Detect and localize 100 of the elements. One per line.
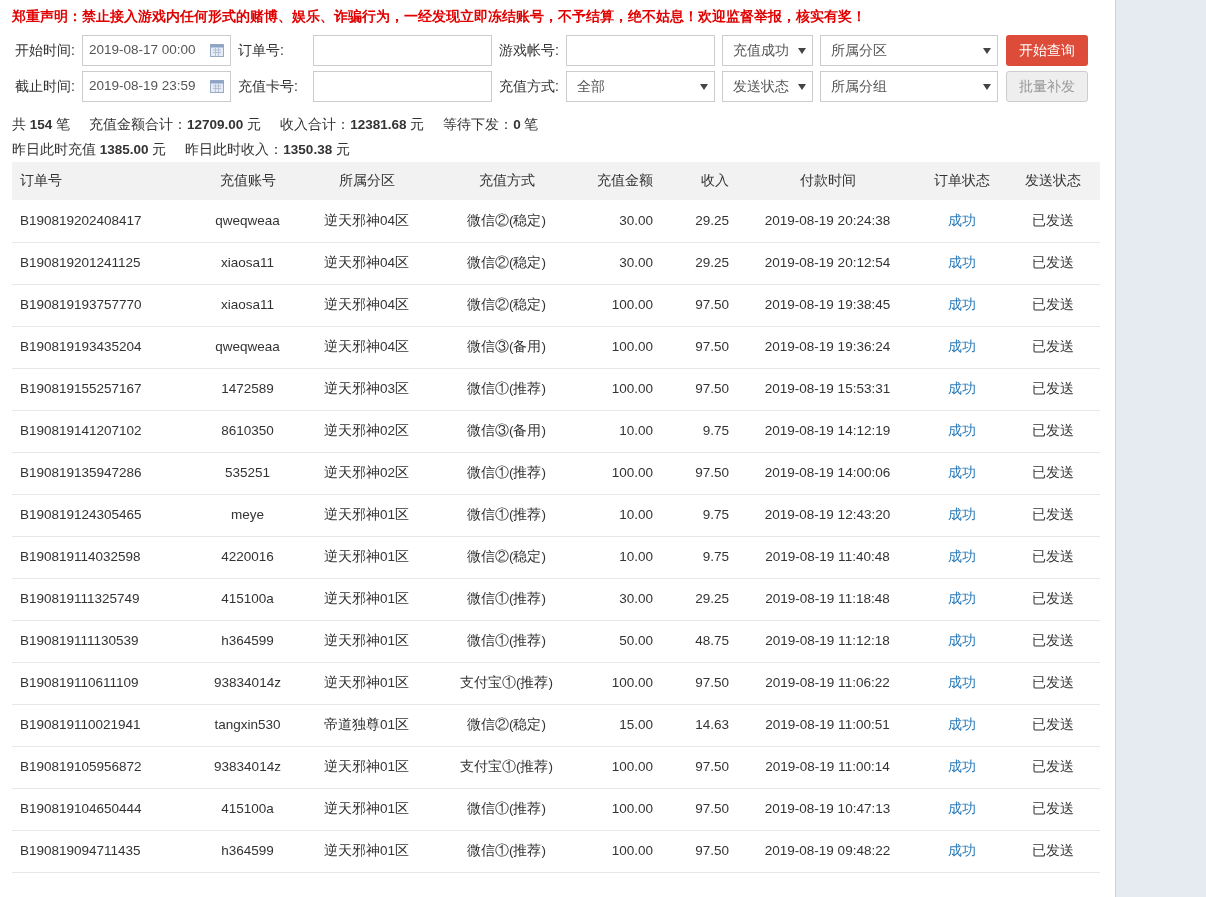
table-cell: 100.00	[585, 326, 660, 368]
table-cell: 97.50	[660, 746, 737, 788]
table-cell: B190819110611109	[12, 662, 190, 704]
table-cell: 已发送	[1005, 746, 1100, 788]
table-cell: xiaosa11	[190, 284, 305, 326]
table-cell: B190819114032598	[12, 536, 190, 578]
table-cell: B190819135947286	[12, 452, 190, 494]
table-cell: tangxin530	[190, 704, 305, 746]
caret-icon	[700, 83, 708, 90]
table-cell: 97.50	[660, 830, 737, 872]
table-cell: 逆天邪神01区	[305, 830, 428, 872]
table-cell: 已发送	[1005, 536, 1100, 578]
status-link[interactable]: 成功	[947, 674, 976, 690]
status-link[interactable]: 成功	[947, 422, 976, 438]
column-header: 订单号	[12, 162, 190, 200]
table-cell: 支付宝①(推荐)	[428, 746, 585, 788]
table-cell: 97.50	[660, 452, 737, 494]
table-cell: 微信②(稳定)	[428, 536, 585, 578]
table-cell: B190819201241125	[12, 242, 190, 284]
status-link[interactable]: 成功	[947, 254, 976, 270]
status-link[interactable]: 成功	[947, 800, 976, 816]
table-cell: 100.00	[585, 368, 660, 410]
summary-text: 收入合计：12381.68 元	[280, 115, 425, 134]
status-link[interactable]: 成功	[947, 296, 976, 312]
table-cell: 97.50	[660, 788, 737, 830]
table-cell: 10.00	[585, 494, 660, 536]
table-cell: 逆天邪神04区	[305, 326, 428, 368]
table-cell: 微信①(推荐)	[428, 578, 585, 620]
table-cell: 2019-08-19 11:06:22	[737, 662, 918, 704]
summary-text: 昨日此时充值 1385.00 元	[12, 140, 167, 159]
table-cell: 逆天邪神04区	[305, 200, 428, 242]
table-cell: 逆天邪神01区	[305, 746, 428, 788]
field-label: 充值卡号:	[238, 77, 298, 96]
field-label: 游戏帐号:	[499, 41, 559, 60]
status-link[interactable]: 成功	[947, 464, 976, 480]
table-cell: 逆天邪神01区	[305, 620, 428, 662]
status-link[interactable]: 成功	[947, 590, 976, 606]
table-cell: 2019-08-19 19:36:24	[737, 326, 918, 368]
table-cell: qweqweaa	[190, 326, 305, 368]
status-link[interactable]: 成功	[947, 842, 976, 858]
table-cell: B190819111130539	[12, 620, 190, 662]
status-link[interactable]: 成功	[947, 548, 976, 564]
table-cell: 10.00	[585, 410, 660, 452]
text-input[interactable]	[566, 35, 715, 66]
summary-text: 共 154 笔	[12, 115, 71, 134]
table-cell: 2019-08-19 11:12:18	[737, 620, 918, 662]
table-cell: 帝道独尊01区	[305, 704, 428, 746]
table-cell: 2019-08-19 19:38:45	[737, 284, 918, 326]
table-cell: 2019-08-19 11:00:14	[737, 746, 918, 788]
table-cell: 微信①(推荐)	[428, 788, 585, 830]
dropdown[interactable]: 发送状态	[722, 71, 813, 102]
table-cell: 微信③(备用)	[428, 326, 585, 368]
status-link[interactable]: 成功	[947, 380, 976, 396]
table-cell: 29.25	[660, 578, 737, 620]
table-cell: B190819202408417	[12, 200, 190, 242]
table-cell: h364599	[190, 620, 305, 662]
column-header: 发送状态	[1005, 162, 1100, 200]
table-cell: 2019-08-19 14:00:06	[737, 452, 918, 494]
table-cell: 逆天邪神04区	[305, 242, 428, 284]
table-cell: 已发送	[1005, 830, 1100, 872]
text-input[interactable]	[313, 71, 492, 102]
table-cell: 已发送	[1005, 368, 1100, 410]
status-link[interactable]: 成功	[947, 212, 976, 228]
table-cell: 93834014z	[190, 746, 305, 788]
summary-text: 昨日此时收入：1350.38 元	[185, 140, 350, 159]
table-cell: 逆天邪神01区	[305, 788, 428, 830]
dropdown[interactable]: 充值成功	[722, 35, 813, 66]
status-link[interactable]: 成功	[947, 506, 976, 522]
table-cell: 2019-08-19 11:40:48	[737, 536, 918, 578]
dropdown[interactable]: 所属分区	[820, 35, 998, 66]
column-header: 充值金额	[585, 162, 660, 200]
date-field[interactable]: 2019-08-17 00:00	[82, 35, 231, 66]
dropdown[interactable]: 所属分组	[820, 71, 998, 102]
text-input[interactable]	[313, 35, 492, 66]
query-button[interactable]: 开始查询	[1006, 35, 1088, 66]
status-link[interactable]: 成功	[947, 758, 976, 774]
table-cell: 已发送	[1005, 704, 1100, 746]
table-cell: 2019-08-19 15:53:31	[737, 368, 918, 410]
table-cell: 逆天邪神01区	[305, 578, 428, 620]
status-link[interactable]: 成功	[947, 716, 976, 732]
table-cell: 逆天邪神03区	[305, 368, 428, 410]
table-cell: 微信①(推荐)	[428, 620, 585, 662]
table-cell: 已发送	[1005, 578, 1100, 620]
calendar-icon[interactable]	[210, 80, 224, 93]
table-cell: 50.00	[585, 620, 660, 662]
status-link[interactable]: 成功	[947, 632, 976, 648]
table-cell: 微信②(稳定)	[428, 200, 585, 242]
date-field[interactable]: 2019-08-19 23:59	[82, 71, 231, 102]
table-cell: B190819141207102	[12, 410, 190, 452]
table-cell: B190819094711435	[12, 830, 190, 872]
table-cell: 2019-08-19 20:12:54	[737, 242, 918, 284]
table-cell: 已发送	[1005, 410, 1100, 452]
table-cell: 微信①(推荐)	[428, 494, 585, 536]
field-label: 截止时间:	[14, 77, 75, 96]
dropdown[interactable]: 全部	[566, 71, 715, 102]
table-cell: B190819193757770	[12, 284, 190, 326]
status-link[interactable]: 成功	[947, 338, 976, 354]
table-cell: 微信②(稳定)	[428, 284, 585, 326]
table-cell: 9.75	[660, 536, 737, 578]
calendar-icon[interactable]	[210, 44, 224, 57]
